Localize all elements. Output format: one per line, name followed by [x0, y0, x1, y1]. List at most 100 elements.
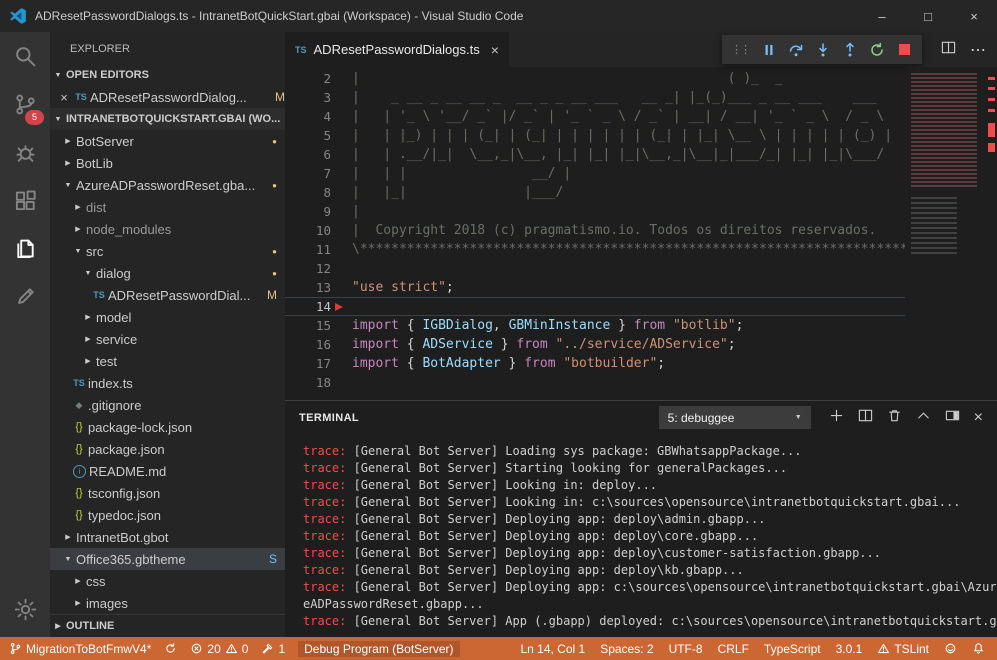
tree-item-index-ts[interactable]: TSindex.ts [50, 372, 285, 394]
notifications-button[interactable] [972, 642, 985, 655]
maximize-button[interactable]: □ [905, 0, 951, 32]
tree-item-service[interactable]: ▶service [50, 328, 285, 350]
stop-button[interactable] [895, 41, 913, 59]
tree-item-tsconfig-json[interactable]: {}tsconfig.json [50, 482, 285, 504]
tree-item-readme-md[interactable]: iREADME.md [50, 460, 285, 482]
restart-button[interactable] [868, 41, 886, 59]
move-panel-button[interactable] [945, 408, 960, 428]
step-out-button[interactable] [841, 41, 859, 59]
tree-item-label: BotLib [76, 156, 113, 171]
code-text: | | '_ \ '__/ _` |/ _` | '_ ` _ \ / _` |… [352, 109, 970, 124]
workspace-header[interactable]: ▼ INTRANETBOTQUICKSTART.GBAI (WO... [50, 108, 285, 130]
problems-status[interactable]: 20 0 [190, 642, 248, 656]
code-line: 2| ( )_ _ | [285, 69, 905, 88]
tree-item-model[interactable]: ▶model [50, 306, 285, 328]
drag-handle-icon[interactable]: ⋮⋮ [731, 43, 749, 56]
activity-edit[interactable] [0, 272, 50, 320]
close-tab-icon[interactable]: × [491, 42, 499, 58]
activity-search[interactable] [0, 32, 50, 80]
cursor-position[interactable]: Ln 14, Col 1 [520, 642, 585, 656]
step-into-button[interactable] [814, 41, 832, 59]
tree-item-css[interactable]: ▶css [50, 570, 285, 592]
tree-item-typedoc-json[interactable]: {}typedoc.json [50, 504, 285, 526]
git-file-icon: ◆ [70, 400, 88, 411]
tree-item-adresetpassworddial-[interactable]: TSADResetPasswordDial...M [50, 284, 285, 306]
feedback-button[interactable] [944, 642, 957, 655]
terminal-line: trace: [General Bot Server] Looking in: … [303, 477, 997, 494]
activity-files[interactable] [0, 224, 50, 272]
tree-item-images[interactable]: ▶images [50, 592, 285, 614]
chevron-right-icon: ▶ [60, 533, 76, 541]
chevron-right-icon: ▶ [60, 159, 76, 167]
terminal-line: trace: [General Bot Server] Deploying ap… [303, 579, 997, 596]
terminal-line: trace: [General Bot Server] Looking in: … [303, 494, 997, 511]
tree-item-botlib[interactable]: ▶BotLib [50, 152, 285, 174]
split-editor-button[interactable] [941, 40, 956, 60]
editor-group: TS ADResetPasswordDialogs.ts × ⋮⋮ [285, 32, 997, 637]
code-text: | |_| |___/ | [352, 185, 970, 200]
indentation-status[interactable]: Spaces: 2 [600, 642, 653, 656]
open-editor-item[interactable]: × TS ADResetPasswordDialog... M [50, 86, 285, 108]
info-file-icon: i [73, 465, 86, 478]
close-button[interactable]: × [951, 0, 997, 32]
terminal-output[interactable]: trace: [General Bot Server] Loading sys … [303, 443, 997, 635]
plus-icon [829, 408, 844, 423]
tslint-status[interactable]: TSLint [877, 642, 929, 656]
code-text: "use strict"; [352, 280, 454, 295]
activity-source-control[interactable]: 5 [0, 80, 50, 128]
git-branch-status[interactable]: MigrationToBotFmwV4* [9, 642, 151, 656]
ts-version-status[interactable]: 3.0.1 [836, 642, 863, 656]
close-panel-button[interactable]: × [974, 411, 983, 425]
tree-item-node-modules[interactable]: ▶node_modules [50, 218, 285, 240]
activity-debug[interactable] [0, 128, 50, 176]
terminal-selector[interactable]: 5: debuggee ▼ [659, 406, 811, 429]
step-over-button[interactable] [787, 41, 805, 59]
activity-extensions[interactable] [0, 176, 50, 224]
terminal-panel: TERMINAL 5: debuggee ▼ [285, 400, 997, 637]
close-editor-icon[interactable]: × [56, 90, 72, 105]
pause-button[interactable] [760, 41, 778, 59]
kill-terminal-button[interactable] [887, 408, 902, 428]
minimap[interactable] [905, 67, 985, 400]
encoding-status[interactable]: UTF-8 [669, 642, 703, 656]
json-file-icon: {} [70, 487, 88, 499]
line-number: 5 [285, 128, 352, 143]
language-status[interactable]: TypeScript [764, 642, 821, 656]
sidebar-title: EXPLORER [50, 32, 285, 64]
new-terminal-button[interactable] [829, 408, 844, 428]
minimize-button[interactable]: – [859, 0, 905, 32]
code-text: | ( )_ _ | [352, 71, 970, 86]
eol-status[interactable]: CRLF [718, 642, 749, 656]
sync-button[interactable] [164, 642, 177, 655]
tree-item-src[interactable]: ▼src● [50, 240, 285, 262]
tree-item-office365-gbtheme[interactable]: ▼Office365.gbthemeS [50, 548, 285, 570]
debug-target[interactable]: Debug Program (BotServer) [298, 641, 459, 657]
open-editors-header[interactable]: ▼ OPEN EDITORS [50, 64, 285, 86]
code-editor[interactable]: 2| ( )_ _ |3| _ __ _ __ __ _ __ _ _ __ _… [285, 67, 997, 400]
maximize-panel-button[interactable] [916, 408, 931, 428]
tree-item-azureadpasswordreset-gba-[interactable]: ▼AzureADPasswordReset.gba...● [50, 174, 285, 196]
tree-item-package-lock-json[interactable]: {}package-lock.json [50, 416, 285, 438]
tree-item-dist[interactable]: ▶dist [50, 196, 285, 218]
settings-gear[interactable] [0, 589, 50, 629]
terminal-tab[interactable]: TERMINAL [299, 412, 359, 424]
tree-item-intranetbot-gbot[interactable]: ▶IntranetBot.gbot [50, 526, 285, 548]
tab-adresetpassworddialogs[interactable]: TS ADResetPasswordDialogs.ts × [285, 32, 509, 67]
tab-bar: TS ADResetPasswordDialogs.ts × ⋮⋮ [285, 32, 997, 67]
git-branch-icon [9, 642, 22, 655]
tree-item-test[interactable]: ▶test [50, 350, 285, 372]
tree-item-dialog[interactable]: ▼dialog● [50, 262, 285, 284]
more-actions-button[interactable]: ⋯ [970, 40, 987, 60]
linter-label: TSLint [894, 642, 929, 656]
code-line: 11\*************************************… [285, 240, 905, 259]
tree-item-botserver[interactable]: ▶BotServer● [50, 130, 285, 152]
tree-item--gitignore[interactable]: ◆.gitignore [50, 394, 285, 416]
tools-icon [261, 642, 274, 655]
split-terminal-button[interactable] [858, 408, 873, 428]
activity-bar: 5 [0, 32, 50, 637]
tasks-status[interactable]: 1 [261, 642, 285, 656]
tree-item-package-json[interactable]: {}package.json [50, 438, 285, 460]
outline-header[interactable]: ▶ OUTLINE [50, 615, 285, 637]
tree-item-label: src [86, 244, 103, 259]
bell-icon [972, 642, 985, 655]
